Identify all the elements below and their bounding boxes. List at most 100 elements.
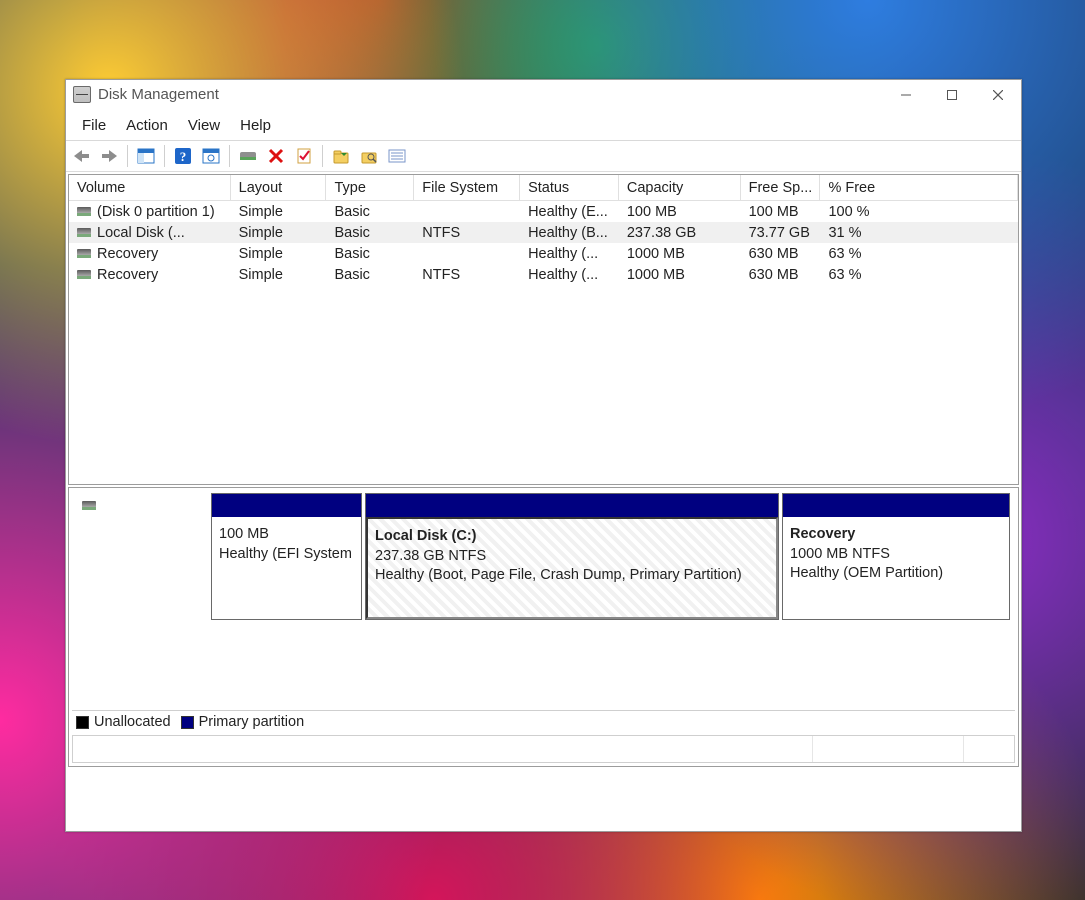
menu-help[interactable]: Help — [230, 114, 281, 137]
help-icon: ? — [174, 147, 192, 165]
svg-text:?: ? — [180, 149, 187, 164]
volume-free: 100 MB — [741, 204, 821, 220]
disk-icon — [82, 501, 96, 510]
volume-free: 630 MB — [741, 267, 821, 283]
folder-up-icon — [333, 148, 349, 164]
col-layout[interactable]: Layout — [231, 175, 327, 200]
partition-title: Recovery — [790, 526, 855, 542]
legend: Unallocated Primary partition — [72, 710, 1015, 733]
partition-size: 1000 MB NTFS — [790, 545, 1002, 565]
volume-list-panel: Volume Layout Type File System Status Ca… — [68, 174, 1019, 485]
col-type[interactable]: Type — [326, 175, 414, 200]
partition-bar — [212, 494, 361, 517]
status-seg-2 — [813, 736, 964, 762]
col-pct-free[interactable]: % Free — [820, 175, 1018, 200]
volume-icon — [77, 228, 91, 237]
properties-button[interactable] — [291, 144, 317, 168]
disk-graphical-panel: Disk 0 Basic 238.46 GB Online 100 MB Hea… — [68, 487, 1019, 767]
up-one-level-button[interactable] — [328, 144, 354, 168]
menu-action[interactable]: Action — [116, 114, 178, 137]
partition-bar — [366, 494, 778, 517]
titlebar[interactable]: Disk Management — [66, 80, 1021, 110]
volume-type: Basic — [326, 204, 414, 220]
volume-pct: 63 % — [820, 267, 1018, 283]
folder-search-icon — [361, 148, 377, 164]
volume-status: Healthy (... — [520, 246, 619, 262]
volume-status: Healthy (... — [520, 267, 619, 283]
partition-status: Healthy (Boot, Page File, Crash Dump, Pr… — [375, 566, 769, 586]
menu-view[interactable]: View — [178, 114, 230, 137]
list-button[interactable] — [384, 144, 410, 168]
volume-fs: NTFS — [414, 267, 520, 283]
disk-management-window: Disk Management File Action View Help — [65, 79, 1022, 832]
volume-icon — [77, 249, 91, 258]
minimize-button[interactable] — [883, 80, 929, 109]
volume-row[interactable]: Local Disk (... Simple Basic NTFS Health… — [69, 222, 1018, 243]
volume-status: Healthy (B... — [520, 225, 619, 241]
menubar: File Action View Help — [66, 110, 1021, 141]
volume-icon — [77, 270, 91, 279]
partition-title: Local Disk (C:) — [375, 528, 477, 544]
volume-free: 630 MB — [741, 246, 821, 262]
settings-icon — [202, 148, 220, 164]
delete-button[interactable] — [263, 144, 289, 168]
minimize-icon — [901, 90, 911, 100]
help-button[interactable]: ? — [170, 144, 196, 168]
col-free-space[interactable]: Free Sp... — [741, 175, 821, 200]
volume-capacity: 100 MB — [619, 204, 741, 220]
volume-name: Recovery — [97, 267, 158, 283]
console-tree-icon — [137, 148, 155, 164]
partition-local-disk-c[interactable]: Local Disk (C:) 237.38 GB NTFS Healthy (… — [365, 493, 779, 620]
maximize-icon — [947, 90, 957, 100]
volume-pct: 31 % — [820, 225, 1018, 241]
volume-row[interactable]: (Disk 0 partition 1) Simple Basic Health… — [69, 201, 1018, 222]
menu-file[interactable]: File — [72, 114, 116, 137]
legend-primary: Primary partition — [199, 714, 305, 730]
legend-swatch-primary — [181, 716, 194, 729]
volume-row[interactable]: Recovery Simple Basic NTFS Healthy (... … — [69, 264, 1018, 285]
partition-bar — [783, 494, 1009, 517]
legend-swatch-unallocated — [76, 716, 89, 729]
close-button[interactable] — [975, 80, 1021, 109]
partition-recovery[interactable]: Recovery 1000 MB NTFS Healthy (OEM Parti… — [782, 493, 1010, 620]
col-status[interactable]: Status — [520, 175, 619, 200]
col-file-system[interactable]: File System — [414, 175, 520, 200]
volume-capacity: 237.38 GB — [619, 225, 741, 241]
status-seg-3 — [964, 736, 1014, 762]
volume-list-header: Volume Layout Type File System Status Ca… — [69, 175, 1018, 201]
status-seg-1 — [73, 736, 813, 762]
arrow-right-icon — [101, 149, 118, 163]
list-icon — [388, 149, 406, 163]
volume-layout: Simple — [231, 204, 327, 220]
legend-unallocated: Unallocated — [94, 714, 171, 730]
maximize-button[interactable] — [929, 80, 975, 109]
volume-name: (Disk 0 partition 1) — [97, 204, 215, 220]
settings-button[interactable] — [198, 144, 224, 168]
volume-icon — [77, 207, 91, 216]
volume-layout: Simple — [231, 246, 327, 262]
arrow-left-icon — [73, 149, 90, 163]
volume-fs: NTFS — [414, 225, 520, 241]
partition-efi[interactable]: 100 MB Healthy (EFI System — [211, 493, 362, 620]
find-button[interactable] — [356, 144, 382, 168]
col-volume[interactable]: Volume — [69, 175, 231, 200]
volume-list-body[interactable]: (Disk 0 partition 1) Simple Basic Health… — [69, 201, 1018, 484]
refresh-button[interactable] — [235, 144, 261, 168]
show-hide-console-tree-button[interactable] — [133, 144, 159, 168]
close-icon — [993, 90, 1003, 100]
check-sheet-icon — [296, 148, 312, 164]
volume-name: Local Disk (... — [97, 225, 185, 241]
nav-forward-button[interactable] — [96, 144, 122, 168]
volume-type: Basic — [326, 225, 414, 241]
volume-status: Healthy (E... — [520, 204, 619, 220]
volume-row[interactable]: Recovery Simple Basic Healthy (... 1000 … — [69, 243, 1018, 264]
col-capacity[interactable]: Capacity — [619, 175, 741, 200]
volume-pct: 63 % — [820, 246, 1018, 262]
disk-management-icon — [73, 86, 91, 103]
nav-back-button[interactable] — [68, 144, 94, 168]
volume-layout: Simple — [231, 267, 327, 283]
volume-capacity: 1000 MB — [619, 246, 741, 262]
partitions-container: 100 MB Healthy (EFI System Local Disk (C… — [211, 493, 1013, 620]
disk-icon — [239, 149, 257, 163]
partition-status: Healthy (EFI System — [219, 545, 354, 565]
